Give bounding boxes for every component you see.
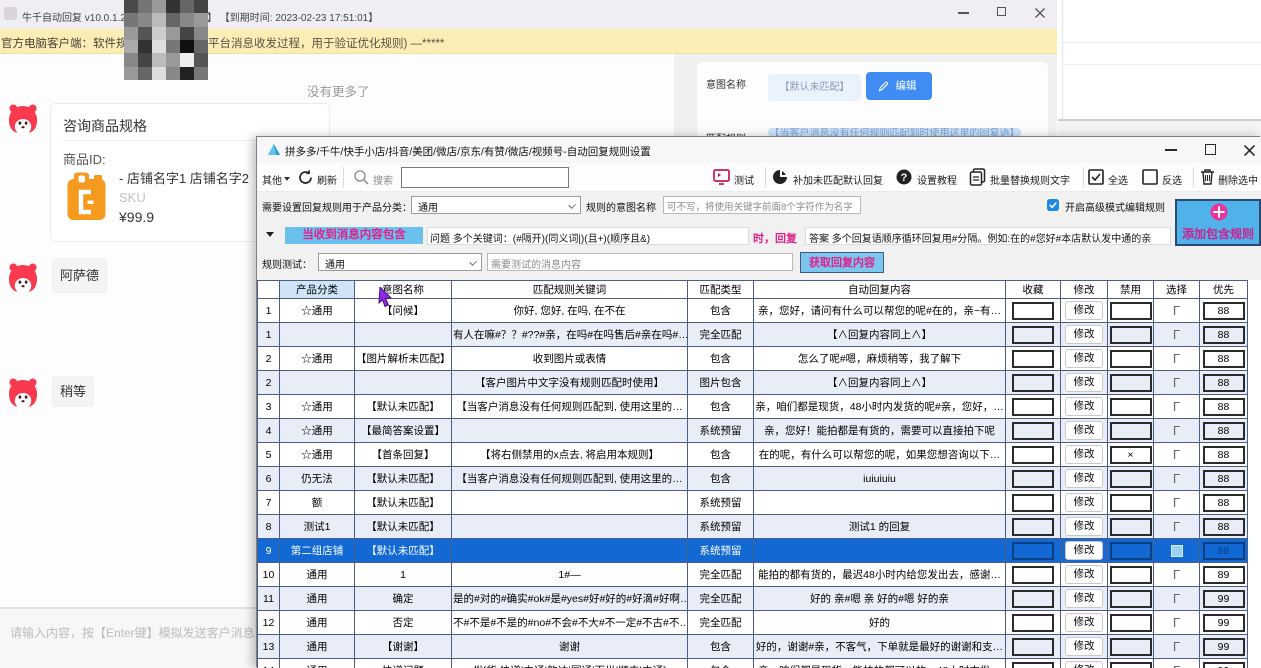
svg-text:?: ?	[901, 172, 908, 184]
